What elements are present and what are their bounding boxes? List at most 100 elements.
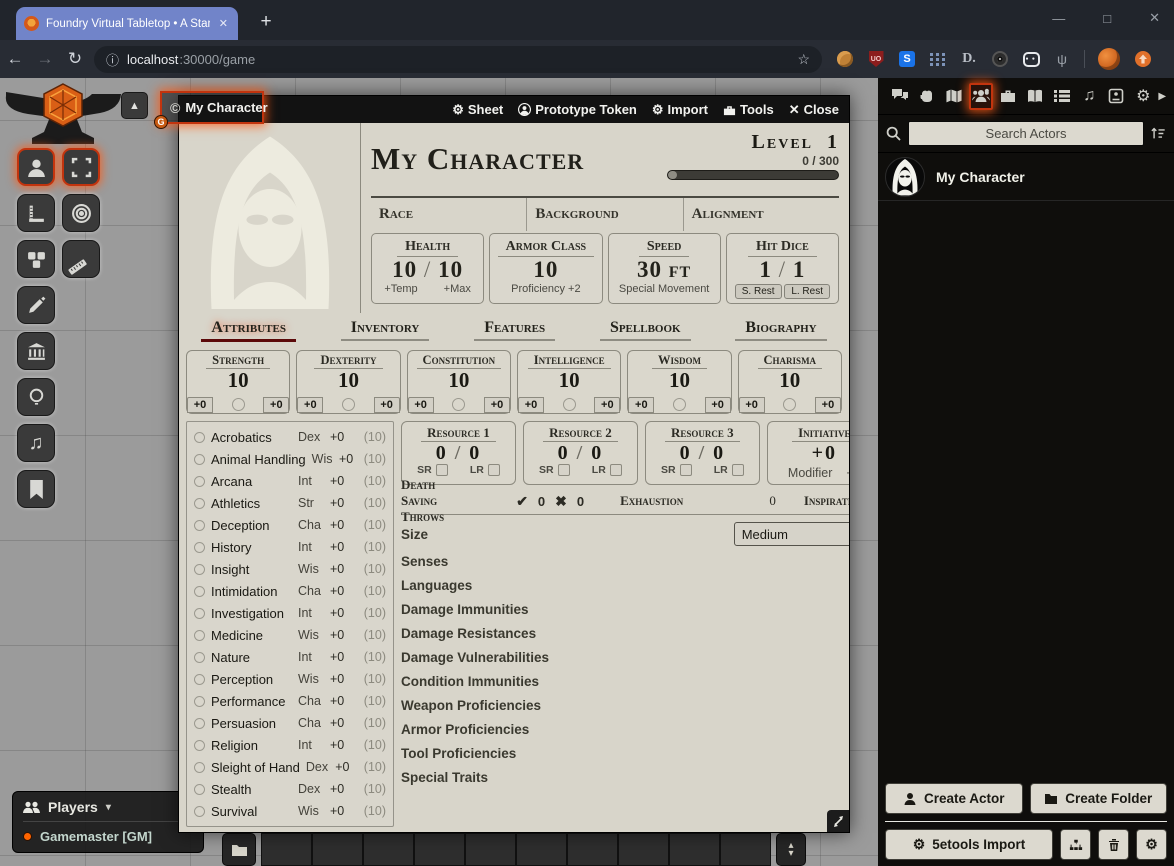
- ability-score[interactable]: 10: [739, 369, 841, 391]
- short-rest-checkbox[interactable]: [558, 464, 570, 476]
- bio-field-input[interactable]: Background: [527, 198, 683, 231]
- cookie-extension-icon[interactable]: [837, 51, 853, 67]
- search-input[interactable]: [908, 121, 1144, 146]
- skill-proficiency-radio[interactable]: [194, 520, 205, 531]
- skill-proficiency-radio[interactable]: [194, 542, 205, 553]
- sort-icon[interactable]: [1151, 126, 1166, 141]
- create-actor-button[interactable]: Create Actor: [885, 783, 1023, 814]
- resource-max[interactable]: 0: [591, 442, 603, 464]
- skill-row[interactable]: Acrobatics Dex +0 (10): [194, 426, 386, 448]
- skill-row[interactable]: Arcana Int +0 (10): [194, 470, 386, 492]
- ublock-extension-icon[interactable]: UO: [869, 51, 884, 67]
- playlists-tab-icon[interactable]: ♫: [1077, 83, 1101, 110]
- skill-row[interactable]: Performance Cha +0 (10): [194, 690, 386, 712]
- ability-check-mod[interactable]: +0: [594, 397, 620, 413]
- skill-proficiency-radio[interactable]: [194, 696, 205, 707]
- actors-tab-icon[interactable]: [969, 83, 993, 110]
- skill-proficiency-radio[interactable]: [194, 652, 205, 663]
- trait-row[interactable]: Weapon Proficiencies: [401, 693, 849, 717]
- sheet-tab[interactable]: Spellbook: [600, 319, 691, 341]
- game-canvas[interactable]: ♫ ▲ ▴ ▾ Players ▾ Gamemaster [GM]: [0, 78, 1174, 866]
- character-name[interactable]: My Character: [371, 141, 584, 177]
- new-tab-button[interactable]: +: [252, 8, 280, 36]
- trait-senses[interactable]: Senses None: [401, 549, 849, 573]
- profile-avatar[interactable]: [1098, 48, 1120, 70]
- exhaustion-value[interactable]: 0: [769, 493, 776, 509]
- ability-check-mod[interactable]: +0: [374, 397, 400, 413]
- skill-row[interactable]: Survival Wis +0 (10): [194, 800, 386, 822]
- skill-row[interactable]: Sleight of Hand Dex +0 (10): [194, 756, 386, 778]
- skill-row[interactable]: Religion Int +0 (10): [194, 734, 386, 756]
- skill-row[interactable]: Persuasion Cha +0 (10): [194, 712, 386, 734]
- trait-row[interactable]: Condition Immunities: [401, 669, 849, 693]
- grid-extension-icon[interactable]: [930, 53, 946, 66]
- resource-value[interactable]: 0: [436, 442, 448, 464]
- import-button[interactable]: ⚙ Import: [652, 102, 708, 118]
- update-browser-icon[interactable]: [1133, 49, 1153, 69]
- proficiency-radio[interactable]: [673, 398, 686, 411]
- select-targets-button[interactable]: [62, 148, 100, 186]
- measure-templates-button[interactable]: [62, 240, 100, 278]
- skill-row[interactable]: Insight Wis +0 (10): [194, 558, 386, 580]
- hp-value[interactable]: 10: [392, 257, 417, 282]
- tables-tab-icon[interactable]: [1050, 83, 1074, 110]
- speed-box[interactable]: Speed 30 ft Special Movement: [608, 233, 721, 304]
- ability-box[interactable]: Constitution 10 +0 +0: [407, 350, 511, 414]
- death-success-icon[interactable]: ✔: [516, 493, 528, 510]
- proficiency-radio[interactable]: [783, 398, 796, 411]
- resource-box[interactable]: Resource 2 0 / 0 SR LR: [523, 421, 638, 485]
- token-controls-button[interactable]: [17, 148, 55, 186]
- sheet-config-button[interactable]: ⚙ Sheet: [452, 102, 503, 118]
- ability-box[interactable]: Charisma 10 +0 +0: [738, 350, 842, 414]
- combat-tab-icon[interactable]: [915, 83, 939, 110]
- 5etools-import-button[interactable]: ⚙ 5etools Import: [885, 829, 1053, 860]
- special-movement-link[interactable]: Special Movement: [611, 283, 718, 295]
- back-icon[interactable]: ←: [0, 49, 30, 69]
- browser-tab[interactable]: Foundry Virtual Tabletop • A Stan ✕: [16, 7, 238, 40]
- hp-temp-field[interactable]: +Temp: [384, 283, 417, 295]
- skill-proficiency-radio[interactable]: [194, 608, 205, 619]
- resize-handle[interactable]: [827, 810, 849, 832]
- d-extension-icon[interactable]: D.: [960, 50, 978, 68]
- skill-proficiency-radio[interactable]: [194, 740, 205, 751]
- macro-slots[interactable]: [261, 833, 771, 866]
- lighting-button[interactable]: [17, 378, 55, 416]
- skill-row[interactable]: Nature Int +0 (10): [194, 646, 386, 668]
- skill-row[interactable]: Perception Wis +0 (10): [194, 668, 386, 690]
- long-rest-button[interactable]: L. Rest: [784, 284, 830, 299]
- ability-score[interactable]: 10: [628, 369, 730, 391]
- dice-tray-button[interactable]: [17, 240, 55, 278]
- initiative-value[interactable]: +0: [772, 442, 849, 464]
- short-rest-checkbox[interactable]: [436, 464, 448, 476]
- actor-list-item[interactable]: My Character: [878, 153, 1174, 201]
- skill-proficiency-radio[interactable]: [194, 784, 205, 795]
- hotbar-page-button[interactable]: ▴ ▾: [776, 833, 806, 866]
- skill-proficiency-radio[interactable]: [194, 454, 205, 465]
- skill-proficiency-radio[interactable]: [194, 564, 205, 575]
- scenes-tab-icon[interactable]: [942, 83, 966, 110]
- fork-extension-icon[interactable]: ψ: [1053, 50, 1071, 68]
- journal-tab-icon[interactable]: [1023, 83, 1047, 110]
- long-rest-checkbox[interactable]: [488, 464, 500, 476]
- window-minimize-button[interactable]: —: [1046, 11, 1071, 26]
- ability-save-mod[interactable]: +0: [297, 397, 323, 413]
- ability-check-mod[interactable]: +0: [484, 397, 510, 413]
- ability-score[interactable]: 10: [187, 369, 289, 391]
- configure-button[interactable]: ⚙: [1136, 829, 1167, 860]
- players-header[interactable]: Players ▾: [23, 799, 193, 822]
- sounds-button[interactable]: ♫: [17, 424, 55, 462]
- compendium-tab-icon[interactable]: [1104, 83, 1128, 110]
- ability-save-mod[interactable]: +0: [408, 397, 434, 413]
- armor-class-box[interactable]: Armor Class 10 Proficiency +2: [489, 233, 602, 304]
- xp-value[interactable]: 0 / 300: [667, 154, 839, 168]
- skill-row[interactable]: Investigation Int +0 (10): [194, 602, 386, 624]
- skill-row[interactable]: Athletics Str +0 (10): [194, 492, 386, 514]
- window-titlebar[interactable]: © My Character G ⚙ Sheet Prototype Token…: [179, 96, 849, 123]
- skill-proficiency-radio[interactable]: [194, 586, 205, 597]
- trait-row[interactable]: Damage Vulnerabilities: [401, 645, 849, 669]
- hp-tempmax-field[interactable]: +Max: [444, 283, 471, 295]
- skill-proficiency-radio[interactable]: [194, 674, 205, 685]
- trait-row[interactable]: Armor Proficiencies: [401, 717, 849, 741]
- resource-box[interactable]: Resource 1 0 / 0 SR LR: [401, 421, 516, 485]
- ability-box[interactable]: Strength 10 +0 +0: [186, 350, 290, 414]
